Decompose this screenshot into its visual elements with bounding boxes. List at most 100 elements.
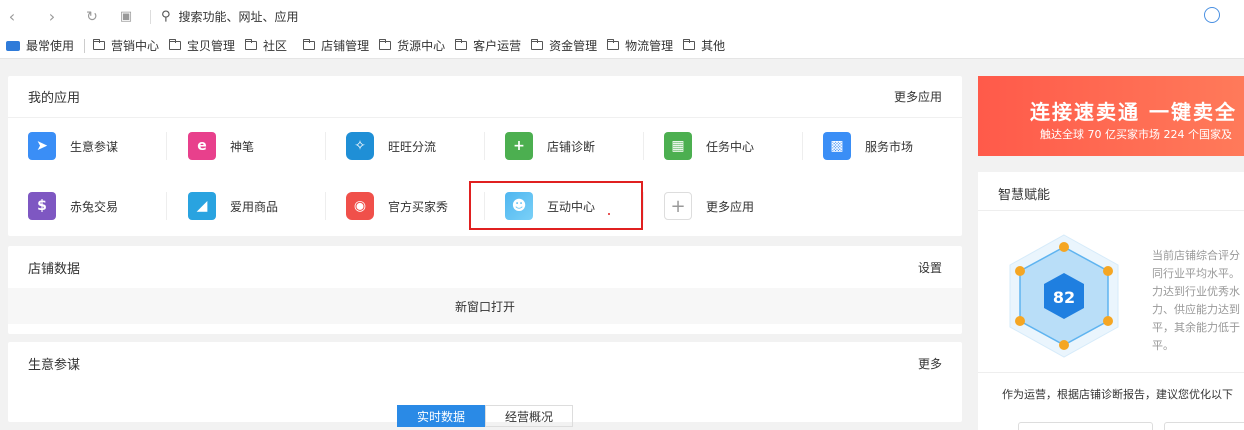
app-label: 爱用商品: [230, 199, 279, 214]
folder-icon: [379, 39, 392, 50]
calendar-icon: ▦: [664, 132, 692, 160]
compass-icon: ➤: [28, 132, 56, 160]
divider: [166, 132, 167, 160]
shop-data-card: 店铺数据 设置 新窗口打开: [8, 246, 962, 334]
app-label: 店铺诊断: [547, 139, 596, 154]
score-description: 当前店铺综合评分 同行业平均水平。 力达到行业优秀水 力、供应能力达到 平，其余…: [1152, 247, 1244, 355]
desc-line: 平。: [1152, 339, 1174, 352]
app-label: 旺旺分流: [388, 139, 437, 154]
divider: [325, 132, 326, 160]
back-icon[interactable]: ‹: [2, 7, 22, 27]
score-radar-chart: 82: [1009, 234, 1119, 358]
desc-line: 同行业平均水平。: [1152, 267, 1240, 280]
smart-title: 智慧赋能: [998, 188, 1051, 203]
frequent-icon: [6, 40, 20, 51]
bookmark-logistics[interactable]: 物流管理: [607, 37, 673, 54]
bookmark-sourcing[interactable]: 货源中心: [379, 37, 445, 54]
app-label: 生意参谋: [70, 139, 119, 154]
biz-advisor-header: 生意参谋 更多: [8, 342, 962, 384]
smart-empower-card: 智慧赋能 82 当前店铺综合评分 同行业平均水平。 力达到行业优秀水 力、供应能…: [978, 172, 1244, 430]
bookmark-label: 客户运营: [473, 39, 522, 53]
app-label: 服务市场: [865, 139, 914, 154]
divider: [166, 192, 167, 220]
app-chitu[interactable]: $ 赤兔交易: [28, 186, 118, 226]
biz-advisor-tabs: 实时数据 经营概况: [397, 405, 573, 427]
my-apps-title: 我的应用: [28, 91, 81, 106]
suggestion-text: 作为运营，根据店铺诊断报告，建议您优化以下: [1002, 388, 1233, 401]
bookmark-label: 最常使用: [26, 39, 75, 53]
app-aiyong[interactable]: ◢ 爱用商品: [188, 186, 278, 226]
folder-icon: [169, 39, 182, 50]
app-diagnosis[interactable]: + 店铺诊断: [505, 126, 595, 166]
bookmark-store[interactable]: 店铺管理: [303, 37, 369, 54]
bookmark-customers[interactable]: 客户运营: [455, 37, 521, 54]
banner-subtitle: 触达全球 70 亿买家市场 224 个国家及: [1040, 128, 1232, 141]
folder-icon: [245, 39, 258, 50]
bookmark-label: 其他: [701, 39, 726, 53]
shop-data-header: 店铺数据 设置: [8, 246, 962, 288]
app-wangwang[interactable]: ✧ 旺旺分流: [346, 126, 436, 166]
app-label: 任务中心: [706, 139, 755, 154]
folder-icon: [455, 39, 468, 50]
pen-icon: e: [188, 132, 216, 160]
tab-business-overview[interactable]: 经营概况: [485, 405, 573, 427]
divider: [643, 132, 644, 160]
divider: [150, 9, 151, 24]
biz-advisor-title: 生意参谋: [28, 357, 81, 373]
folder-icon: [683, 39, 696, 50]
bookmark-label: 社区: [263, 39, 288, 53]
app-tasks[interactable]: ▦ 任务中心: [664, 126, 754, 166]
my-apps-header: 我的应用 更多应用: [8, 76, 962, 118]
desc-line: 力、供应能力达到: [1152, 303, 1240, 316]
money-bag-icon: $: [28, 192, 56, 220]
bookmark-products[interactable]: 宝贝管理: [169, 37, 235, 54]
divider: [325, 192, 326, 220]
address-bar[interactable]: ⚲: [150, 9, 479, 24]
score-value: 82: [1053, 288, 1075, 307]
search-input[interactable]: [178, 9, 479, 24]
divider: [643, 192, 644, 220]
bookmark-finance[interactable]: 资金管理: [531, 37, 597, 54]
app-label: 官方买家秀: [388, 199, 449, 214]
banner-title: 连接速卖通 一键卖全: [1030, 100, 1237, 124]
bookmark-label: 物流管理: [625, 39, 674, 53]
app-shenbi[interactable]: e 神笔: [188, 126, 254, 166]
bookmark-frequent[interactable]: 最常使用: [6, 37, 74, 54]
folder-icon: [93, 39, 106, 50]
open-new-window-button[interactable]: 新窗口打开: [8, 288, 962, 324]
settings-link[interactable]: 设置: [918, 259, 942, 276]
divider: [84, 38, 86, 53]
bookmark-marketing[interactable]: 营销中心: [93, 37, 159, 54]
suggestion-button-1[interactable]: [1018, 422, 1153, 430]
app-buyer-show[interactable]: ◉ 官方买家秀: [346, 186, 448, 226]
refresh-icon[interactable]: ↻: [82, 7, 102, 27]
app-label: 神笔: [230, 139, 255, 154]
desc-line: 力达到行业优秀水: [1152, 285, 1240, 298]
right-panel: 连接速卖通 一键卖全 触达全球 70 亿买家市场 224 个国家及 智慧赋能 8…: [978, 76, 1244, 430]
selection-highlight-box: [469, 181, 643, 230]
screenshot-icon[interactable]: ▣: [116, 7, 136, 27]
folder-icon: [607, 39, 620, 50]
desc-line: 平，其余能力低于: [1152, 321, 1240, 334]
app-label: 赤兔交易: [70, 199, 119, 214]
forward-icon[interactable]: ›: [42, 7, 62, 27]
aliexpress-banner[interactable]: 连接速卖通 一键卖全 触达全球 70 亿买家市场 224 个国家及: [978, 76, 1244, 156]
app-service-market[interactable]: ▩ 服务市场: [823, 126, 913, 166]
desc-line: 当前店铺综合评分: [1152, 249, 1240, 262]
bookmarks-bar: 最常使用 营销中心 宝贝管理 社区 店铺管理 货源中心 客户运营 资金管理 物流…: [0, 33, 1244, 59]
divider: [978, 210, 1244, 211]
app-biz-advisor[interactable]: ➤ 生意参谋: [28, 126, 118, 166]
tab-realtime-data[interactable]: 实时数据: [397, 405, 485, 427]
more-apps-link[interactable]: 更多应用: [894, 88, 942, 105]
bookmark-community[interactable]: 社区: [245, 37, 287, 54]
show-icon: ◉: [346, 192, 374, 220]
app-more[interactable]: + 更多应用: [664, 186, 754, 226]
bookmark-label: 资金管理: [549, 39, 598, 53]
suggestion-button-2[interactable]: [1164, 422, 1244, 430]
bookmark-label: 宝贝管理: [187, 39, 236, 53]
more-link[interactable]: 更多: [918, 355, 942, 372]
plus-icon: +: [664, 192, 692, 220]
extension-icon[interactable]: [1204, 7, 1220, 23]
wangwang-icon: ✧: [346, 132, 374, 160]
bookmark-other[interactable]: 其他: [683, 37, 725, 54]
